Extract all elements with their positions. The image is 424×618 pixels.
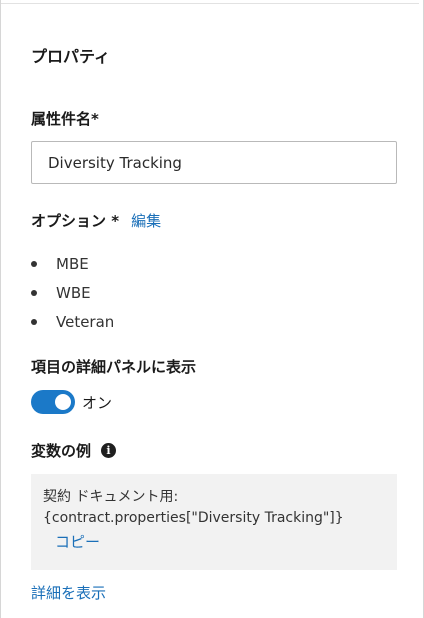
- option-item-label: WBE: [56, 283, 91, 302]
- detail-panel-toggle-row: オン: [31, 390, 112, 414]
- detail-panel-label: 項目の詳細パネルに表示: [31, 358, 197, 376]
- list-item: Veteran: [31, 307, 114, 336]
- attribute-name-input[interactable]: [31, 141, 397, 184]
- variable-example-label: 変数の例: [31, 441, 92, 460]
- detail-panel-toggle[interactable]: [31, 390, 75, 414]
- info-icon[interactable]: i: [101, 442, 117, 458]
- options-label: オプション *: [31, 211, 120, 230]
- properties-panel: プロパティ 属性件名* オプション * 編集 MBE WBE Veteran 項…: [0, 0, 424, 618]
- toggle-knob: [55, 394, 71, 410]
- panel-heading: プロパティ: [31, 47, 111, 66]
- options-header: オプション * 編集: [31, 209, 161, 231]
- variable-context-text: 契約 ドキュメント用:: [43, 489, 179, 505]
- variable-example-box: 契約 ドキュメント用: {contract.properties["Divers…: [31, 474, 397, 570]
- options-list: MBE WBE Veteran: [31, 249, 114, 336]
- variable-code-text: {contract.properties["Diversity Tracking…: [43, 510, 344, 526]
- panel-top-divider: [1, 0, 419, 4]
- option-item-label: Veteran: [56, 312, 115, 331]
- option-item-label: MBE: [56, 254, 89, 273]
- attribute-name-label: 属性件名*: [31, 110, 99, 128]
- show-details-link[interactable]: 詳細を表示: [31, 582, 106, 603]
- variable-example-header: 変数の例 i: [31, 439, 117, 461]
- edit-options-link[interactable]: 編集: [131, 210, 161, 231]
- bullet-icon: [31, 260, 37, 267]
- copy-link[interactable]: コピー: [55, 531, 100, 552]
- list-item: MBE: [31, 249, 114, 278]
- bullet-icon: [31, 289, 37, 296]
- bullet-icon: [31, 318, 37, 325]
- toggle-state-label: オン: [82, 393, 113, 412]
- list-item: WBE: [31, 278, 114, 307]
